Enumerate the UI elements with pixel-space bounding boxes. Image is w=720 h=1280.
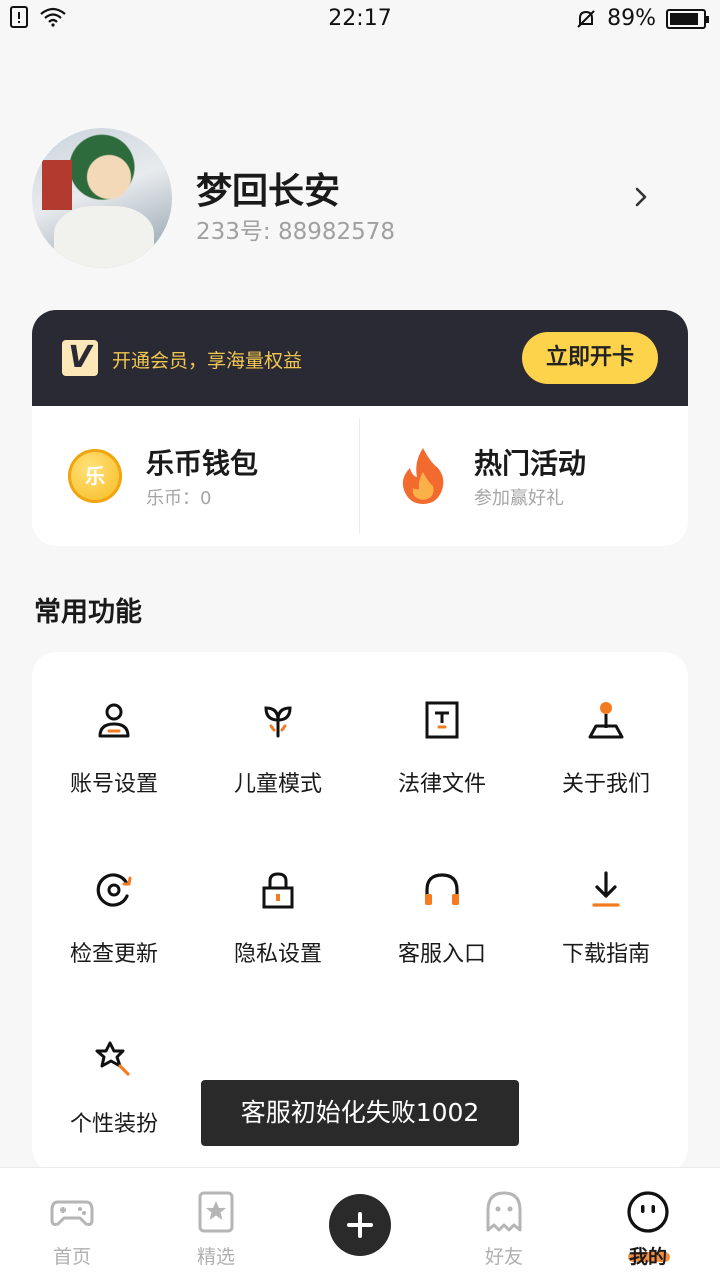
activity-title: 热门活动 [474, 447, 587, 480]
nav-label: 我的 [628, 1246, 667, 1268]
func-label: 检查更新 [69, 942, 158, 967]
battery-percent: 89% [607, 6, 656, 31]
create-plus-button[interactable] [329, 1194, 391, 1256]
magic-wand-icon [95, 1041, 130, 1076]
func-label: 账号设置 [69, 772, 158, 797]
chevron-right-icon[interactable] [630, 186, 652, 208]
battery-icon [666, 8, 709, 29]
nav-me[interactable]: 我的 [576, 1168, 720, 1280]
nav-label: 首页 [52, 1246, 91, 1268]
ghost-icon [486, 1191, 522, 1232]
account-icon [98, 703, 130, 738]
mute-icon [577, 9, 595, 28]
hot-activity-entry[interactable]: 热门活动 参加赢好礼 [360, 406, 687, 546]
nav-label: 精选 [196, 1246, 235, 1268]
document-icon [425, 701, 459, 739]
vip-card: V 开通会员，享海量权益 立即开卡 乐 乐币钱包 乐币：0 热门活动 参加赢好礼 [32, 310, 688, 546]
func-label: 个性装扮 [69, 1112, 158, 1137]
section-title: 常用功能 [34, 597, 142, 628]
func-about-us[interactable]: 关于我们 [524, 652, 688, 797]
coin-icon: 乐 [68, 449, 122, 503]
profile-header[interactable]: 梦回长安 233号: 88982578 [32, 128, 688, 270]
face-icon [627, 1191, 669, 1233]
wallet-title: 乐币钱包 [146, 447, 259, 480]
star-bookmark-icon [198, 1191, 234, 1233]
user-id: 233号: 88982578 [196, 219, 396, 245]
func-label: 隐私设置 [233, 942, 322, 967]
lock-icon [262, 872, 294, 909]
func-label: 关于我们 [561, 772, 650, 797]
func-personalize[interactable]: 个性装扮 [32, 992, 196, 1137]
avatar[interactable] [32, 128, 172, 268]
download-icon [592, 871, 620, 907]
func-privacy-settings[interactable]: 隐私设置 [196, 822, 360, 967]
func-customer-service[interactable]: 客服入口 [360, 822, 524, 967]
wallet-balance: 乐币：0 [146, 488, 212, 509]
vip-logo-icon: V [62, 340, 98, 376]
wallet-entry[interactable]: 乐 乐币钱包 乐币：0 [32, 406, 359, 546]
toast-message: 客服初始化失败1002 [201, 1080, 519, 1146]
func-label: 儿童模式 [233, 772, 322, 797]
func-check-update[interactable]: 检查更新 [32, 822, 196, 967]
func-label: 下载指南 [561, 942, 650, 967]
status-bar: 22:17 89% [0, 0, 720, 40]
nav-home[interactable]: 首页 [0, 1168, 144, 1280]
joystick-icon [588, 702, 624, 739]
func-legal-docs[interactable]: 法律文件 [360, 652, 524, 797]
func-kids-mode[interactable]: 儿童模式 [196, 652, 360, 797]
func-label: 客服入口 [397, 942, 486, 967]
nav-friends[interactable]: 好友 [432, 1168, 576, 1280]
headphone-icon [425, 873, 459, 905]
nav-label: 好友 [484, 1246, 523, 1268]
username: 梦回长安 [196, 171, 341, 212]
nav-featured[interactable]: 精选 [144, 1168, 288, 1280]
vip-promo-text: 开通会员，享海量权益 [112, 350, 303, 372]
open-membership-button[interactable]: 立即开卡 [522, 332, 658, 384]
activity-sub: 参加赢好礼 [474, 488, 564, 509]
func-download-guide[interactable]: 下载指南 [524, 822, 688, 967]
func-label: 法律文件 [397, 772, 486, 797]
vip-banner[interactable]: V 开通会员，享海量权益 立即开卡 [32, 310, 688, 406]
bottom-nav: 首页 精选 好友 我的 [0, 1167, 720, 1280]
update-icon [96, 873, 132, 907]
flame-icon [402, 448, 444, 504]
func-account-settings[interactable]: 账号设置 [32, 652, 196, 797]
sprout-icon [264, 706, 292, 738]
gamepad-icon [50, 1200, 94, 1226]
